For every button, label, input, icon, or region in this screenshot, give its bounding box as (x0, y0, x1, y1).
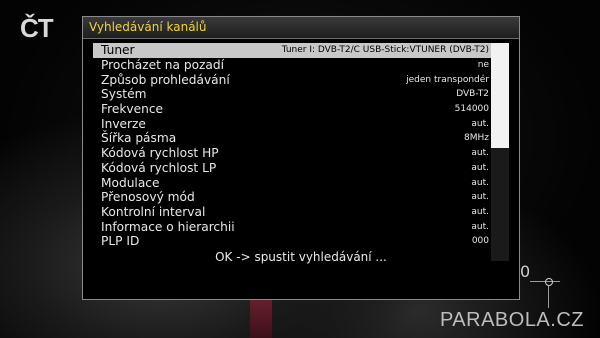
setting-value: aut. (471, 162, 489, 173)
setting-value: 000 (471, 236, 489, 247)
setting-value: aut. (471, 148, 489, 159)
setting-row-frequency[interactable]: Frekvence 514000 (93, 102, 503, 117)
setting-label: Tuner (101, 43, 135, 57)
background-overlay-digit: 0 (520, 262, 531, 281)
setting-row-modulation[interactable]: Modulace aut. (93, 176, 503, 191)
background-person (250, 296, 272, 338)
setting-value: aut. (471, 118, 489, 129)
setting-row-plp-id[interactable]: PLP ID 000 (93, 234, 503, 249)
dialog-title: Vyhledávání kanálů (89, 20, 207, 34)
setting-label: Frekvence (101, 102, 164, 117)
setting-row-hierarchy[interactable]: Informace o hierarchii aut. (93, 220, 503, 235)
setting-value: 514000 (454, 104, 489, 115)
setting-label: Modulace (101, 175, 160, 190)
setting-value: ne (477, 60, 489, 70)
setting-value: DVB-T2 (456, 89, 489, 100)
setting-label: Informace o hierarchii (101, 219, 235, 234)
setting-label: PLP ID (101, 234, 140, 249)
setting-value: aut. (471, 221, 489, 232)
setting-label: Kódová rychlost LP (101, 160, 217, 175)
scrollbar[interactable] (491, 43, 509, 261)
start-search-prompt[interactable]: OK -> spustit vyhledávání ... (83, 250, 519, 264)
settings-list: Tuner Tuner I: DVB-T2/C USB-Stick:VTUNER… (93, 43, 503, 249)
setting-label: Přenosový mód (101, 190, 195, 205)
setting-row-code-rate-hp[interactable]: Kódová rychlost HP aut. (93, 146, 503, 161)
setting-row-background-scan[interactable]: Procházet na pozadí ne (93, 58, 503, 73)
setting-value: 8MHz (464, 133, 489, 144)
dialog-titlebar: Vyhledávání kanálů (83, 17, 519, 39)
setting-label: Kódová rychlost HP (101, 146, 219, 161)
setting-row-tuner[interactable]: Tuner Tuner I: DVB-T2/C USB-Stick:VTUNER… (93, 43, 503, 58)
setting-row-code-rate-lp[interactable]: Kódová rychlost LP aut. (93, 161, 503, 176)
setting-label: Procházet na pozadí (101, 58, 225, 72)
setting-row-scan-type[interactable]: Způsob prohledávání jeden transpondér (93, 73, 503, 88)
scrollbar-thumb[interactable] (491, 43, 509, 148)
setting-value: aut. (471, 206, 489, 217)
setting-label: Inverze (101, 116, 146, 131)
setting-label: Šířka pásma (101, 131, 177, 146)
background-graphic-dot (545, 278, 553, 286)
setting-row-guard-interval[interactable]: Kontrolní interval aut. (93, 205, 503, 220)
setting-value: aut. (471, 192, 489, 203)
setting-label: Kontrolní interval (101, 204, 206, 219)
setting-row-bandwidth[interactable]: Šířka pásma 8MHz (93, 131, 503, 146)
setting-label: Systém (101, 87, 147, 102)
background-graphic-line (548, 286, 549, 308)
setting-value: aut. (471, 177, 489, 188)
channel-search-dialog: Vyhledávání kanálů Tuner Tuner I: DVB-T2… (82, 16, 520, 300)
setting-row-inversion[interactable]: Inverze aut. (93, 117, 503, 132)
setting-label: Způsob prohledávání (101, 72, 230, 87)
setting-row-transmission-mode[interactable]: Přenosový mód aut. (93, 190, 503, 205)
setting-row-system[interactable]: Systém DVB-T2 (93, 87, 503, 102)
watermark: PARABOLA.CZ (439, 309, 584, 331)
setting-value: Tuner I: DVB-T2/C USB-Stick:VTUNER (DVB-… (281, 45, 489, 55)
setting-value: jeden transpondér (406, 74, 489, 85)
